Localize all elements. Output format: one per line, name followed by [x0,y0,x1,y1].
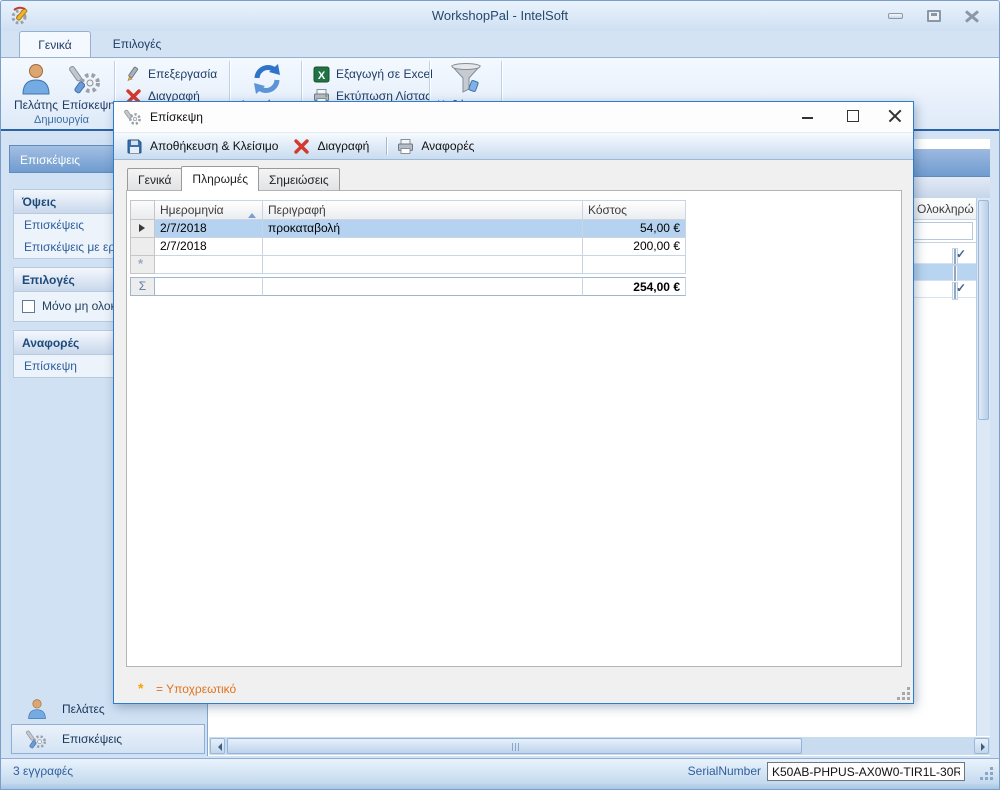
tab-dialog-notes[interactable]: Σημειώσεις [258,168,340,190]
edit-button[interactable]: Επεξεργασία [125,64,217,84]
close-icon[interactable] [965,10,979,22]
column-completed[interactable]: Ολοκληρώθη [912,198,974,219]
cell-description[interactable] [263,256,583,274]
resize-grip-icon[interactable] [977,766,993,780]
summary-row: Σ 254,00 € [130,277,686,296]
save-close-button[interactable]: Αποθήκευση & Κλείσιμο [122,135,289,157]
tab-dialog-payments[interactable]: Πληρωμές [181,166,259,191]
sort-ascending-icon [248,209,256,218]
nav-visits[interactable]: Επισκέψεις [11,724,205,754]
customers-icon [26,698,48,720]
column-date[interactable]: Ημερομηνία [155,200,263,220]
serial-number-input[interactable] [767,762,965,781]
dialog-toolbar: Αποθήκευση & Κλείσιμο Διαγραφή Αναφορές [114,132,913,160]
row-indicator-cell [130,220,155,238]
cell-description[interactable] [263,238,583,256]
filter-funnel-icon [449,62,483,96]
horizontal-scrollbar-thumb[interactable] [227,738,802,754]
cell-date[interactable] [155,256,263,274]
svg-text:X: X [318,70,326,82]
table-row[interactable]: 2/7/2018 προκαταβολή 54,00 € [130,220,686,238]
toolbar-separator [386,137,387,155]
scroll-left-arrow[interactable] [210,738,225,754]
visit-icon [69,62,103,96]
main-window: WorkshopPal - IntelSoft Γενικά Επιλογές … [0,0,1000,790]
serial-number-label: SerialNumber [688,759,761,784]
ribbon-group-create-label: Δημιουργία [9,114,114,126]
cell-cost[interactable]: 200,00 € [583,238,686,256]
cell-cost[interactable] [583,256,686,274]
visit-button[interactable]: Επίσκεψη [62,61,110,112]
cell-description[interactable]: προκαταβολή [263,220,583,238]
dialog-tab-strip: Γενικά Πληρωμές Σημειώσεις [127,166,339,190]
checkbox-checked-icon[interactable] [954,283,956,299]
customer-icon [19,62,53,96]
vertical-scrollbar-thumb[interactable] [978,200,989,420]
new-row[interactable]: * [130,256,686,274]
record-count: 3 εγγραφές [13,759,73,784]
minimize-icon[interactable] [888,13,903,19]
payments-header-row: Ημερομηνία Περιγραφή Κόστος [130,200,686,220]
refresh-icon [250,62,284,96]
total-cost: 254,00 € [583,277,686,296]
scroll-right-arrow[interactable] [974,738,989,754]
main-titlebar: WorkshopPal - IntelSoft [1,1,999,31]
cell-date[interactable]: 2/7/2018 [155,220,263,238]
printer-icon [397,138,414,155]
vertical-scrollbar[interactable] [976,198,990,736]
horizontal-scrollbar[interactable] [209,737,990,755]
dialog-close-icon[interactable] [888,109,901,122]
payments-grid: Ημερομηνία Περιγραφή Κόστος 2/7/2018 προ… [130,200,686,296]
dialog-titlebar: Επίσκεψη [114,102,913,132]
tab-general[interactable]: Γενικά [19,31,91,57]
cell-date[interactable]: 2/7/2018 [155,238,263,256]
ribbon-tab-strip: Γενικά Επιλογές [1,31,999,57]
required-note: = Υποχρεωτικό [156,682,236,696]
column-description[interactable]: Περιγραφή [263,200,583,220]
checkbox-unchecked-icon[interactable] [954,266,956,282]
checkbox-icon[interactable] [22,300,35,313]
tab-dialog-general[interactable]: Γενικά [127,168,182,190]
table-row[interactable]: 2/7/2018 200,00 € [130,238,686,256]
visits-icon [26,728,48,750]
window-bottom-frame [1,784,999,790]
tab-options[interactable]: Επιλογές [97,31,177,57]
dialog-gear-icon [124,108,142,126]
dialog-minimize-icon[interactable] [802,117,813,119]
status-bar: 3 εγγραφές SerialNumber [1,758,999,784]
cell-cost[interactable]: 54,00 € [583,220,686,238]
window-title: WorkshopPal - IntelSoft [1,8,999,23]
current-row-arrow-icon [139,224,149,232]
filter-cell[interactable] [913,222,973,240]
row-indicator-cell [130,238,155,256]
sigma-icon: Σ [130,277,155,296]
new-row-indicator-cell: * [130,256,155,274]
checkbox-checked-icon[interactable] [954,249,956,265]
required-star: * [138,680,143,696]
dialog-title: Επίσκεψη [150,110,203,124]
export-excel-button[interactable]: X Εξαγωγή σε Excel [313,64,433,84]
column-cost[interactable]: Κόστος [583,200,686,220]
restore-icon[interactable] [927,10,941,22]
row-indicator-header [130,200,155,220]
dialog-maximize-icon[interactable] [847,110,859,122]
save-icon [126,138,143,155]
customer-button[interactable]: Πελάτης [12,61,60,112]
edit-pencil-icon [125,66,142,83]
excel-icon: X [313,66,330,83]
new-row-asterisk-icon: * [138,256,143,271]
reports-button[interactable]: Αναφορές [393,135,485,157]
visit-dialog: Επίσκεψη Αποθήκευση & Κλείσιμο [113,101,914,704]
dialog-resize-grip-icon[interactable] [896,686,910,700]
only-incomplete-label: Μόνο μη ολοκ [42,299,117,313]
dialog-delete-button[interactable]: Διαγραφή [289,135,380,157]
delete-x-icon [293,138,310,155]
